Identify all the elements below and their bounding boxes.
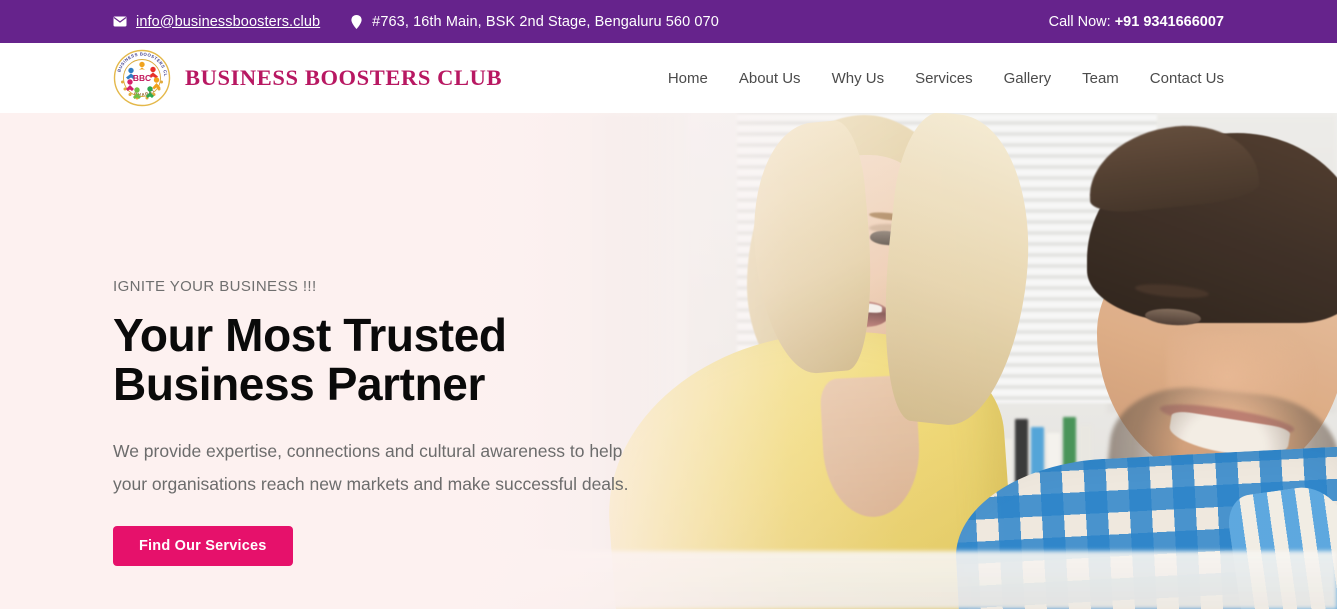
hero-title: Your Most Trusted Business Partner bbox=[113, 311, 543, 409]
topbar-phone-link[interactable]: +91 9341666007 bbox=[1115, 14, 1224, 30]
hero-title-line-1: Your Most Trusted bbox=[113, 309, 507, 361]
nav-item-why-us[interactable]: Why Us bbox=[832, 70, 885, 87]
topbar-call-now: Call Now: +91 9341666007 bbox=[1049, 14, 1224, 30]
nav-item-services[interactable]: Services bbox=[915, 70, 973, 87]
map-pin-icon bbox=[349, 14, 363, 29]
find-our-services-button[interactable]: Find Our Services bbox=[113, 526, 293, 566]
nav-item-gallery[interactable]: Gallery bbox=[1004, 70, 1052, 87]
bbc-circular-logo-icon: BUSINESS BOOSTERS CLUB BHARAT bbox=[113, 49, 171, 107]
topbar-contact-group: info@businessboosters.club #763, 16th Ma… bbox=[113, 14, 719, 30]
hero-description: We provide expertise, connections and cu… bbox=[113, 441, 629, 494]
nav-item-contact-us[interactable]: Contact Us bbox=[1150, 70, 1224, 87]
hero-title-line-2: Business Partner bbox=[113, 358, 485, 410]
hero-eyebrow: IGNITE YOUR BUSINESS !!! bbox=[113, 278, 317, 295]
nav-item-home[interactable]: Home bbox=[668, 70, 708, 87]
topbar-email-text: info@businessboosters.club bbox=[136, 13, 321, 30]
call-now-label: Call Now: bbox=[1048, 13, 1115, 30]
site-header: BUSINESS BOOSTERS CLUB BHARAT bbox=[0, 43, 1337, 113]
page-root: info@businessboosters.club #763, 16th Ma… bbox=[0, 0, 1337, 609]
brand-logo-link[interactable]: BUSINESS BOOSTERS CLUB BHARAT bbox=[113, 49, 502, 107]
hero-section: IGNITE YOUR BUSINESS !!! Your Most Trust… bbox=[0, 113, 1337, 609]
hero-content: IGNITE YOUR BUSINESS !!! Your Most Trust… bbox=[113, 278, 713, 566]
topbar-address-text: #763, 16th Main, BSK 2nd Stage, Bengalur… bbox=[372, 13, 719, 30]
nav-item-about-us[interactable]: About Us bbox=[739, 70, 801, 87]
svg-text:BBC: BBC bbox=[133, 73, 151, 83]
topbar-email-link[interactable]: info@businessboosters.club bbox=[113, 14, 320, 30]
top-contact-bar: info@businessboosters.club #763, 16th Ma… bbox=[0, 0, 1337, 43]
brand-name-text: BUSINESS BOOSTERS CLUB bbox=[185, 65, 503, 90]
main-navigation: Home About Us Why Us Services Gallery Te… bbox=[668, 70, 1224, 87]
envelope-icon bbox=[113, 15, 127, 29]
topbar-address: #763, 16th Main, BSK 2nd Stage, Bengalur… bbox=[349, 14, 719, 30]
nav-item-team[interactable]: Team bbox=[1082, 70, 1119, 87]
